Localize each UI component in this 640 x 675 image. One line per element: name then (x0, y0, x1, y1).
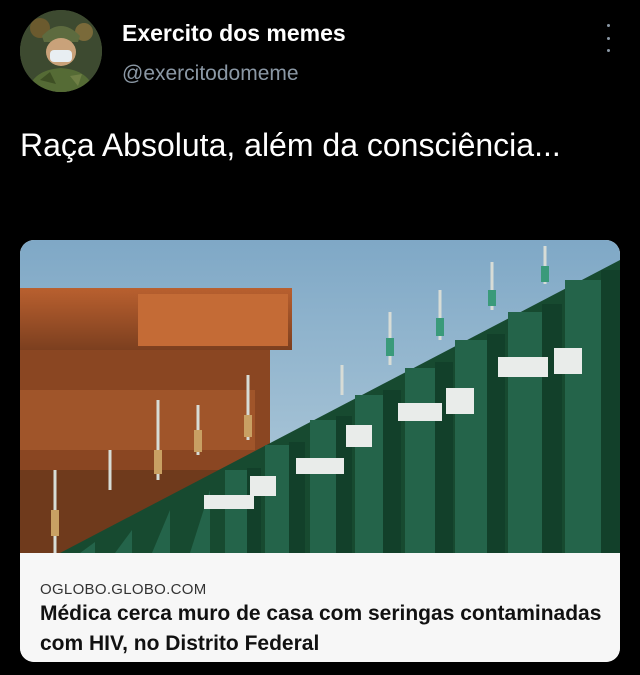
link-card[interactable]: OGLOBO.GLOBO.COM Médica cerca muro de ca… (20, 240, 620, 662)
soldier-avatar[interactable] (20, 10, 102, 92)
author-handle[interactable]: @exercitodomeme (122, 62, 299, 86)
tweet-header: Exercito dos memes @exercitodomeme (0, 0, 640, 110)
card-meta[interactable]: OGLOBO.GLOBO.COM Médica cerca muro de ca… (20, 553, 620, 662)
card-domain: OGLOBO.GLOBO.COM (40, 581, 207, 598)
fence-with-syringes-photo[interactable] (20, 240, 620, 553)
vertical-ellipsis-icon[interactable] (598, 24, 618, 52)
card-title[interactable]: Médica cerca muro de casa com seringas c… (40, 599, 610, 659)
tweet-text: Raça Absoluta, além da consciência... (20, 127, 561, 163)
author-name[interactable]: Exercito dos memes (122, 20, 346, 47)
